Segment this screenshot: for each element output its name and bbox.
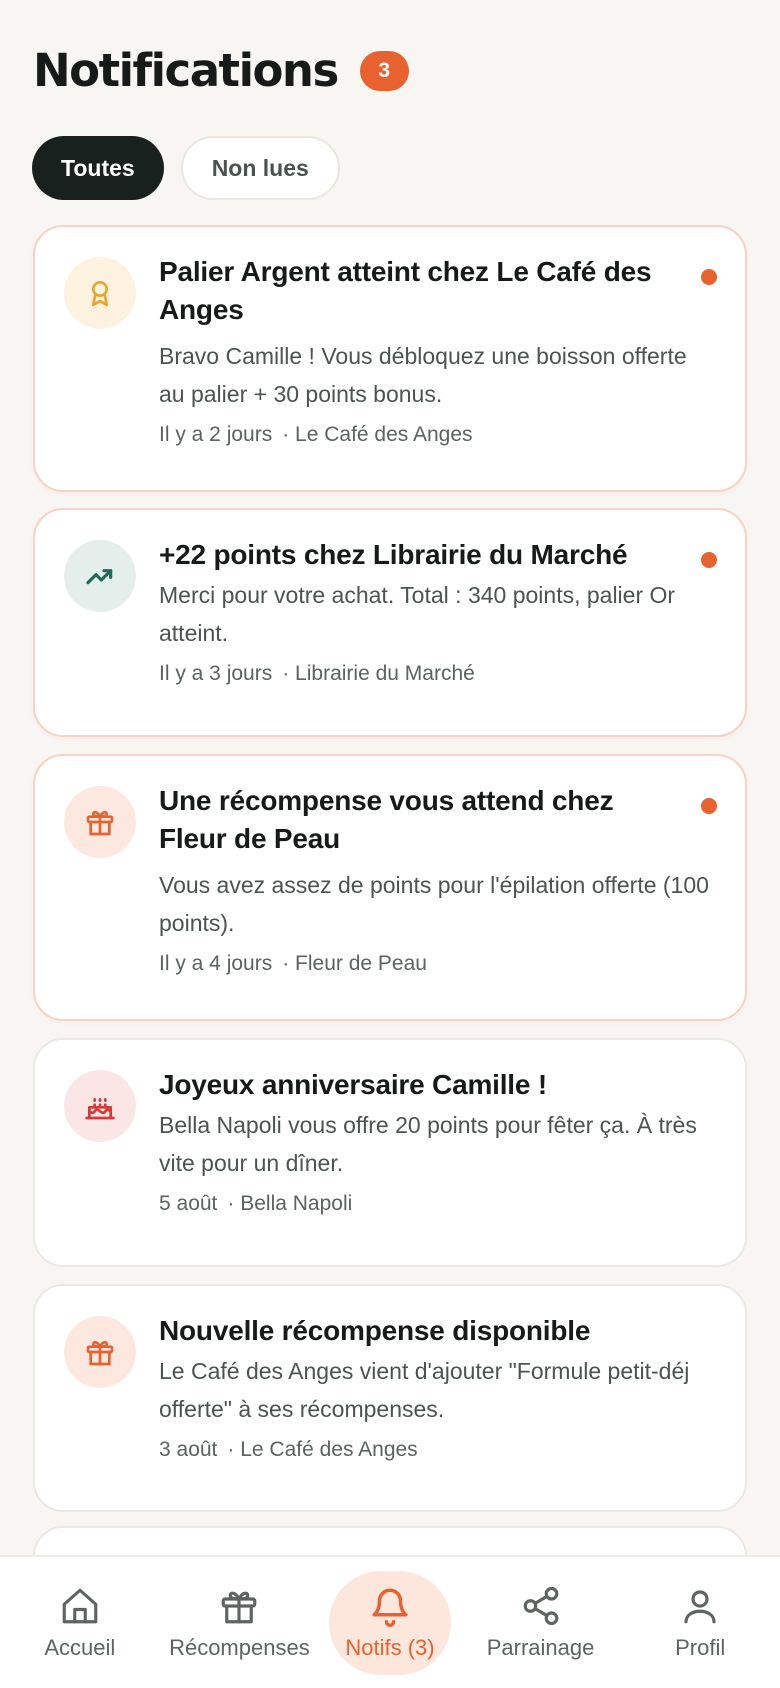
gift-icon (64, 786, 136, 858)
notification-meta: 5 août · Bella Napoli (159, 1192, 715, 1216)
notification-meta: Il y a 4 jours · Fleur de Peau (159, 952, 715, 976)
bell-icon (372, 1588, 408, 1627)
notification-title: Une récompense vous attend chez Fleur de… (159, 785, 614, 854)
nav-profile[interactable]: Profil (630, 1571, 770, 1675)
nav-referral-label: Parrainage (486, 1634, 595, 1660)
share-icon (523, 1586, 558, 1625)
notification-title: Joyeux anniversaire Camille ! (159, 1069, 547, 1100)
filter-tabs: Toutes Non lues (32, 136, 340, 200)
unread-dot (701, 269, 717, 285)
notification-merchant: · Fleur de Peau (282, 952, 427, 975)
notification-card[interactable]: Une récompense vous attend chez Fleur de… (33, 754, 747, 1021)
nav-rewards-label: Récompenses (169, 1634, 310, 1660)
unread-dot (701, 552, 717, 568)
notification-title: Palier Argent atteint chez Le Café des A… (159, 256, 652, 325)
nav-notifs-label: Notifs (3) (345, 1634, 435, 1660)
notification-body: Bravo Camille ! Vous débloquez une boiss… (159, 343, 687, 407)
notification-body: Vous avez assez de points pour l'épilati… (159, 872, 709, 936)
notification-meta: Il y a 3 jours · Librairie du Marché (159, 662, 715, 686)
notification-merchant: · Librairie du Marché (282, 662, 475, 685)
gift-icon (64, 1316, 136, 1388)
notification-meta: 3 août · Le Café des Anges (159, 1438, 715, 1462)
notification-time: Il y a 3 jours (159, 662, 273, 685)
notification-merchant: · Le Café des Anges (282, 423, 473, 446)
notification-merchant: · Le Café des Anges (227, 1438, 418, 1461)
nav-notifs[interactable]: Notifs (3) (328, 1570, 451, 1675)
cake-icon (64, 1070, 136, 1142)
nav-home[interactable]: Accueil (10, 1571, 150, 1675)
notification-time: 3 août (159, 1438, 218, 1461)
notification-merchant: · Bella Napoli (227, 1192, 353, 1215)
nav-referral[interactable]: Parrainage (471, 1571, 611, 1675)
page-title: Notifications (33, 44, 339, 97)
bottom-nav: Accueil Récompenses Notifs (3) Parrainag… (0, 1555, 780, 1688)
home-icon (62, 1588, 98, 1623)
notification-body: Le Café des Anges vient d'ajouter "Formu… (159, 1358, 690, 1422)
notification-title: Nouvelle récompense disponible (159, 1315, 591, 1346)
nav-profile-label: Profil (675, 1634, 726, 1660)
notification-body: Merci pour votre achat. Total : 340 poin… (159, 582, 676, 646)
user-icon (684, 1589, 716, 1623)
filter-unread-button[interactable]: Non lues (180, 136, 340, 200)
trending-up-icon (64, 540, 136, 612)
notification-meta: Il y a 2 jours · Le Café des Anges (159, 423, 715, 447)
notification-card[interactable]: Palier Argent atteint chez Le Café des A… (33, 225, 747, 492)
notification-time: 5 août (159, 1192, 218, 1215)
filter-all-button[interactable]: Toutes (32, 136, 164, 200)
unread-count-badge: 3 (359, 50, 409, 91)
page-header: Notifications 3 (33, 44, 409, 97)
notification-time: Il y a 2 jours (159, 423, 273, 446)
nav-rewards[interactable]: Récompenses (169, 1571, 310, 1675)
gift-icon (222, 1591, 257, 1623)
notification-time: Il y a 4 jours (159, 952, 273, 975)
notification-title: +22 points chez Librairie du Marché (159, 539, 628, 570)
nav-home-label: Accueil (44, 1634, 116, 1660)
notification-body: Bella Napoli vous offre 20 points pour f… (159, 1112, 697, 1176)
award-icon (64, 257, 136, 329)
notification-card[interactable]: Nouvelle récompense disponible Le Café d… (33, 1284, 747, 1512)
unread-dot (701, 798, 717, 814)
notification-card[interactable]: Joyeux anniversaire Camille ! Bella Napo… (33, 1038, 747, 1267)
notification-card[interactable]: +22 points chez Librairie du Marché Merc… (33, 508, 747, 737)
